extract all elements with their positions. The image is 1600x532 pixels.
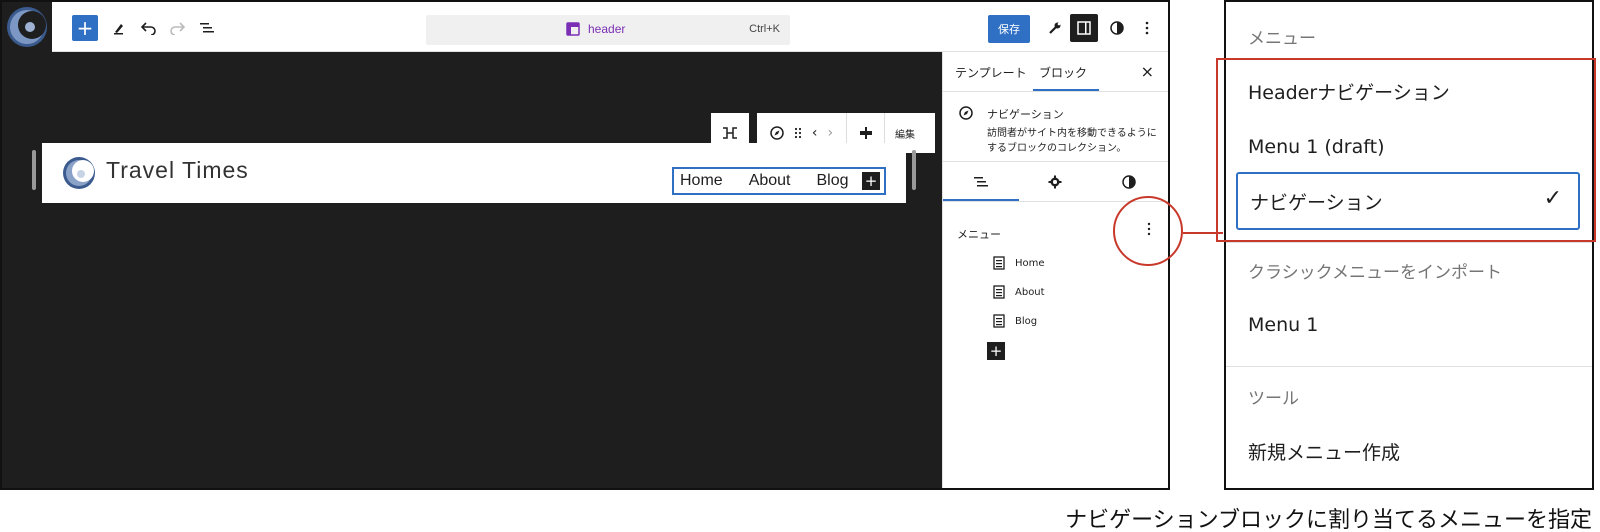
menu-item-label: Blog [1015,315,1038,327]
divider [1226,366,1592,367]
settings-sidebar-toggle-icon[interactable] [1070,14,1098,42]
navigation-compass-icon [959,106,973,120]
create-new-menu-option[interactable]: 新規メニュー作成 [1248,438,1400,465]
menu-list-item[interactable]: Home [993,256,1045,270]
site-logo-icon [7,7,47,47]
redo-icon[interactable] [164,15,190,41]
template-part-icon [566,22,580,36]
command-palette-bar[interactable]: header Ctrl+K [426,15,790,45]
header-template-part[interactable]: Travel Times Home About Blog + [42,143,906,203]
command-palette-title: header [566,22,625,36]
block-inserter-button[interactable]: + [72,15,98,41]
editor-top-bar: + header Ctrl+K 保存 [2,2,1168,52]
menu-list-item[interactable]: About [993,285,1045,299]
settings-gear-icon[interactable] [1045,172,1065,192]
menu-list-item[interactable]: Blog [993,314,1037,328]
menus-group-label: メニュー [1248,29,1316,49]
page-icon [993,285,1005,299]
annotation-highlight-box [1216,58,1596,242]
tab-template[interactable]: テンプレート [955,64,1027,81]
page-icon [993,314,1005,328]
divider [1226,242,1592,243]
sidebar-tabs: テンプレート ブロック × [943,52,1168,92]
navigation-compass-icon [770,126,784,140]
site-icon-button[interactable] [2,2,52,52]
options-kebab-icon[interactable] [1134,15,1160,41]
command-palette-shortcut: Ctrl+K [749,23,780,35]
document-overview-icon[interactable] [194,15,220,41]
drag-handle-icon[interactable] [794,127,802,139]
inspector-tabs [943,162,1168,202]
close-icon[interactable]: × [1141,62,1154,81]
wrench-icon[interactable] [1042,15,1068,41]
page-icon [993,256,1005,270]
block-card-title: ナビゲーション [987,108,1064,121]
import-option-menu-1[interactable]: Menu 1 [1248,314,1318,336]
save-button[interactable]: 保存 [988,15,1030,43]
menu-heading: メニュー [957,228,1001,241]
menu-item-label: About [1015,286,1045,298]
list-view-tab-icon[interactable] [971,172,991,192]
add-menu-item-button[interactable]: + [987,342,1005,360]
nav-link-blog[interactable]: Blog [817,172,849,190]
navigation-block[interactable]: Home About Blog + [672,167,886,195]
block-card: ナビゲーション 訪問者がサイト内を移動できるようにするブロックのコレクション。 [943,92,1168,162]
command-palette-label: header [588,22,626,36]
annotation-circle [1113,196,1183,266]
settings-sidebar: テンプレート ブロック × ナビゲーション 訪問者がサイト内を移動できるようにす… [942,52,1168,488]
undo-icon[interactable] [136,15,162,41]
active-tab-indicator [1033,89,1099,91]
styles-contrast-icon[interactable] [1104,15,1130,41]
nav-add-block-button[interactable]: + [862,172,880,190]
resize-handle-right[interactable] [912,150,916,190]
editor-canvas: ‹ › 編集 Travel Times Home About Blog + [2,52,942,488]
site-title[interactable]: Travel Times [106,157,249,184]
active-inspector-tab-indicator [943,199,1019,201]
tab-block[interactable]: ブロック [1039,64,1087,81]
tools-pencil-icon[interactable] [106,15,132,41]
block-card-description: 訪問者がサイト内を移動できるようにするブロックのコレクション。 [987,128,1157,154]
figure-caption: ナビゲーションブロックに割り当てるメニューを指定 [1065,508,1592,532]
nav-link-home[interactable]: Home [680,172,723,190]
menu-item-label: Home [1015,257,1045,269]
move-right-icon[interactable]: › [828,125,834,141]
styles-contrast-icon[interactable] [1119,172,1139,192]
nav-link-about[interactable]: About [749,172,791,190]
block-editor-window: + header Ctrl+K 保存 ‹ › 編集 Travel Times H… [0,0,1170,490]
move-left-icon[interactable]: ‹ [812,125,818,141]
resize-handle-left[interactable] [32,150,36,190]
import-group-label: クラシックメニューをインポート [1248,263,1502,283]
site-logo-icon [63,157,95,189]
tools-group-label: ツール [1248,389,1299,409]
